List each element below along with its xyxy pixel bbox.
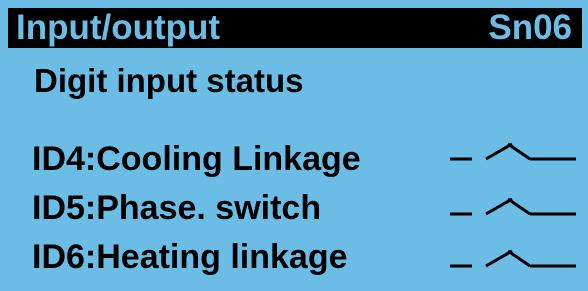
open-switch-icon (450, 197, 576, 216)
input-label-id6: ID6:Heating linkage (32, 238, 348, 276)
lcd-screen: Input/output Sn06 Digit input status ID4… (0, 0, 588, 291)
input-row-id5: ID5:Phase. switch (32, 187, 582, 229)
open-switch-icon (450, 249, 576, 268)
open-switch-icon (450, 142, 576, 161)
input-label-id5: ID5:Phase. switch (32, 189, 322, 227)
title-bar: Input/output Sn06 (8, 8, 582, 48)
input-label-id4: ID4:Cooling Linkage (32, 140, 361, 178)
page-code: Sn06 (488, 8, 572, 47)
input-row-id6: ID6:Heating linkage (32, 236, 582, 278)
input-row-id4: ID4:Cooling Linkage (32, 138, 582, 180)
screen-title: Input/output (16, 8, 221, 47)
section-title: Digit input status (34, 62, 304, 99)
